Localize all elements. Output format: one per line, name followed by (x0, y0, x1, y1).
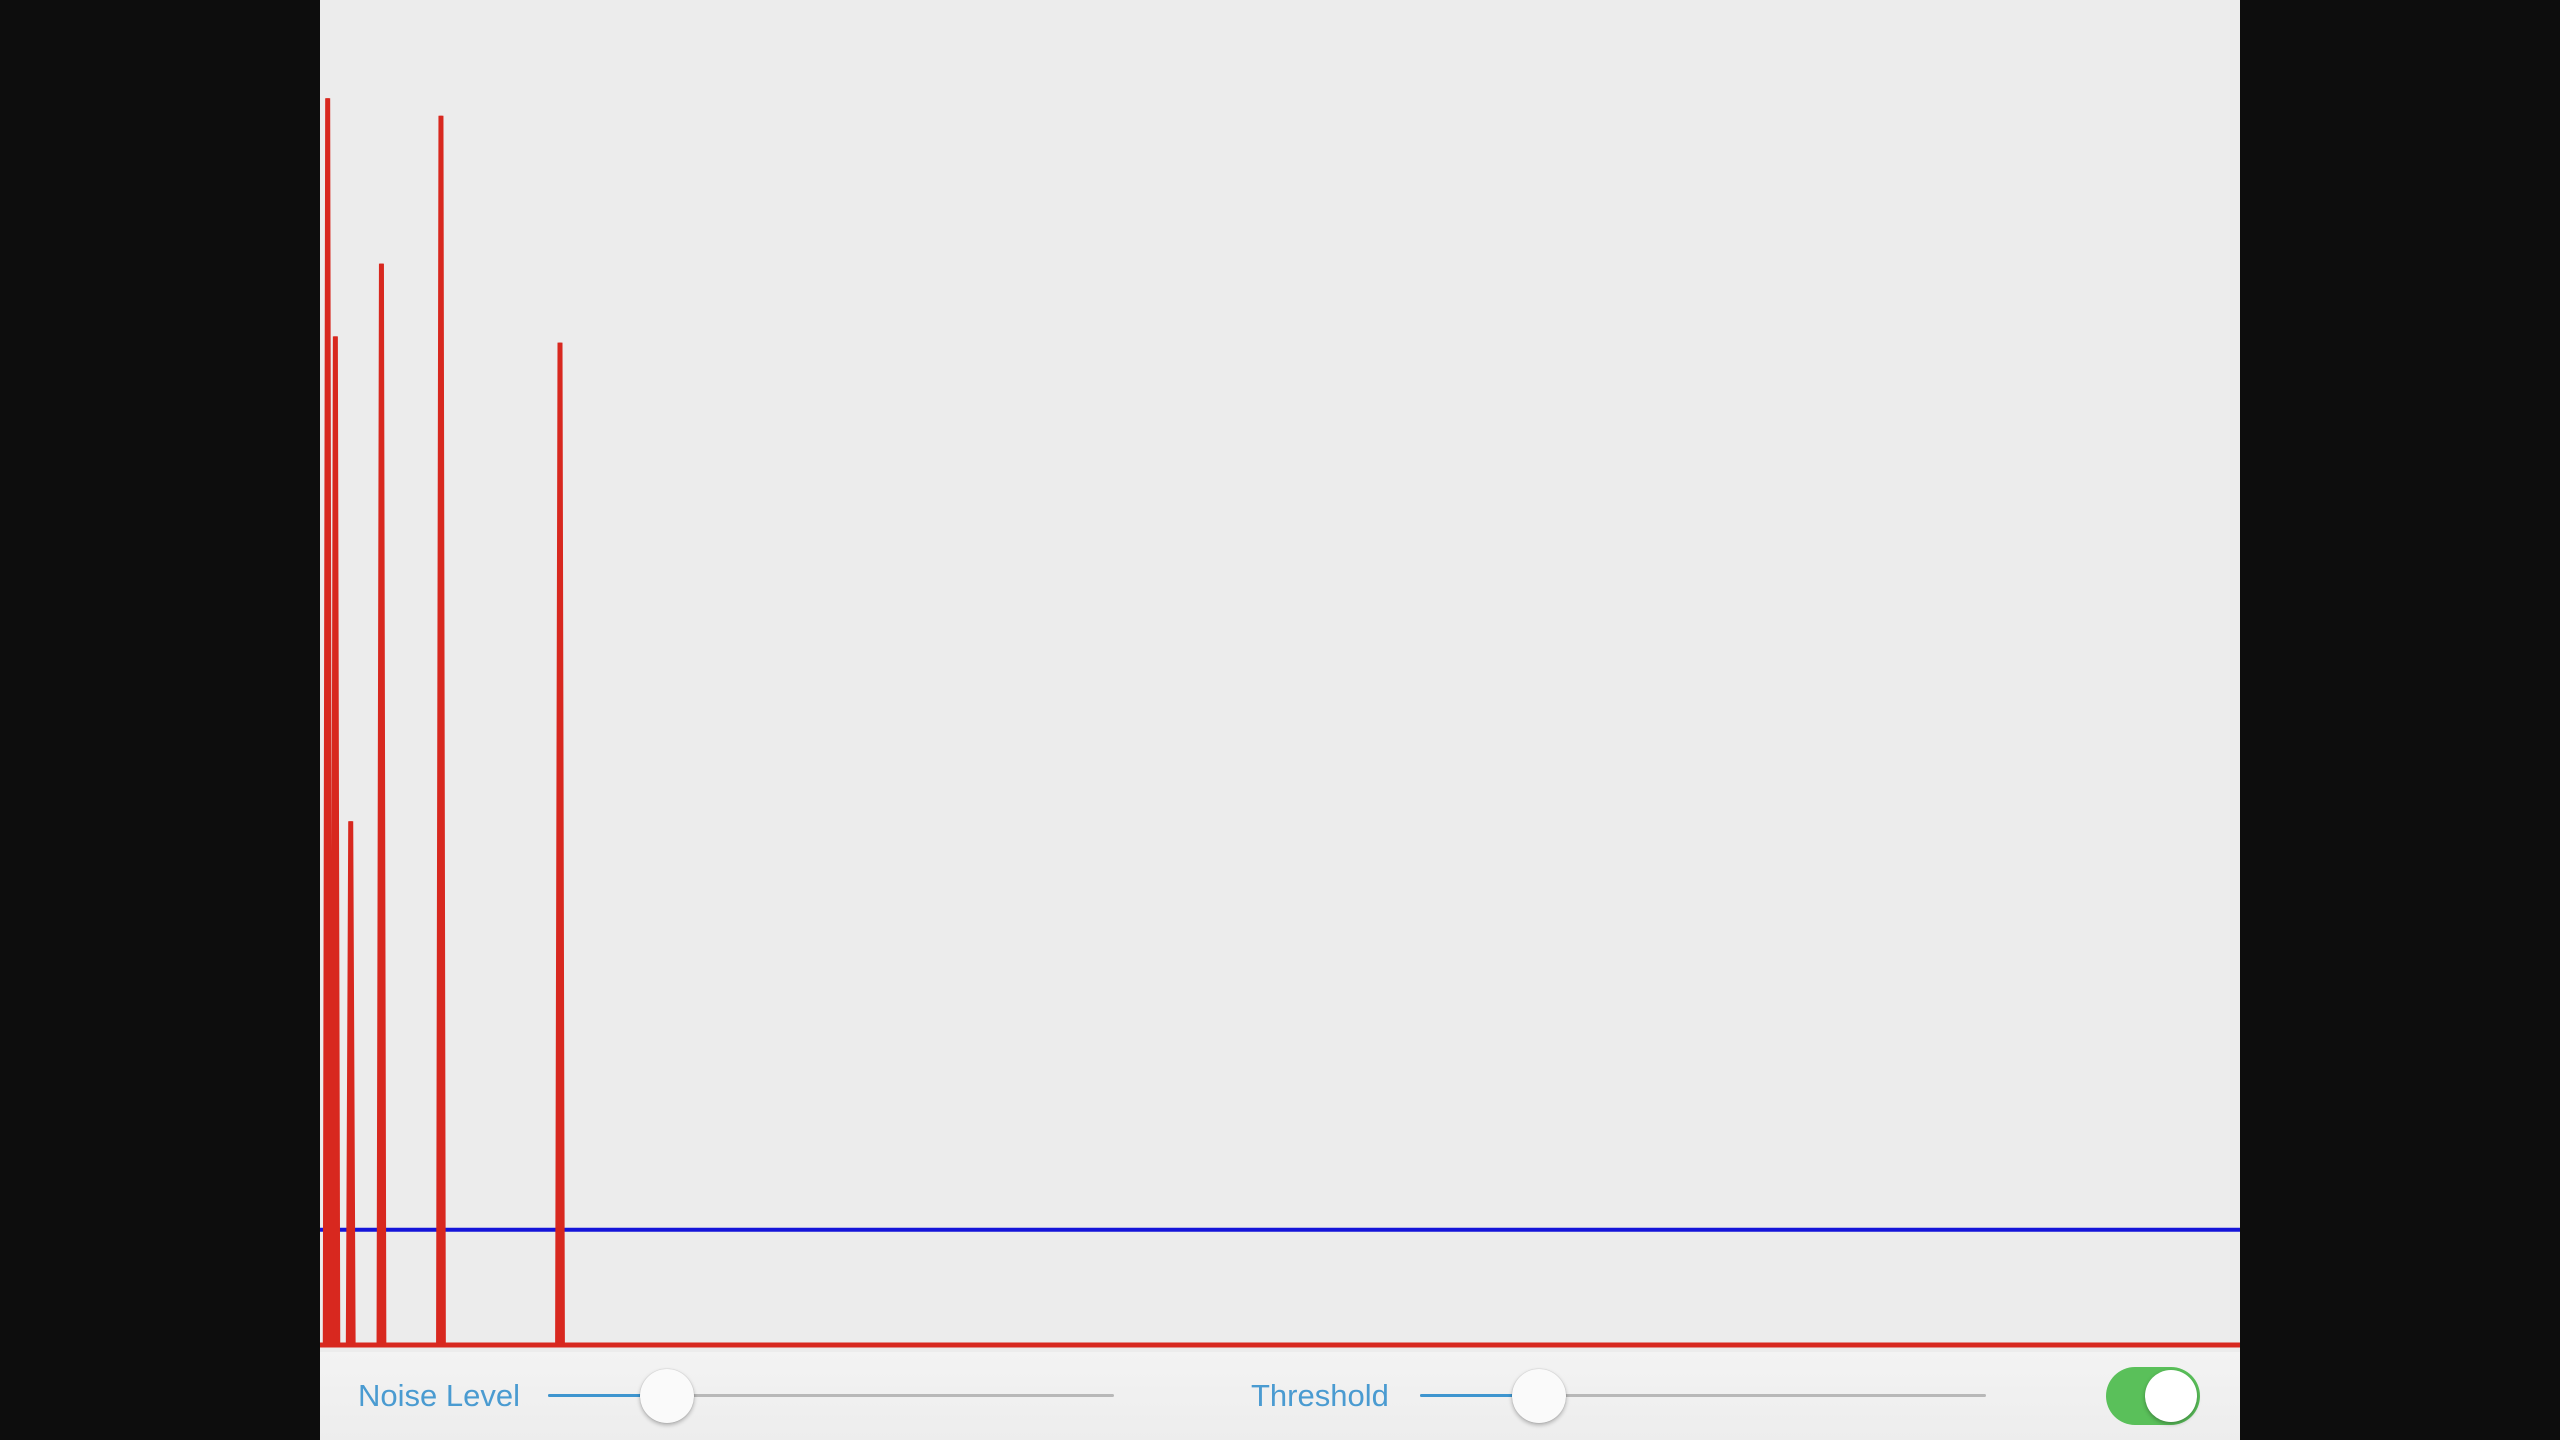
threshold-label: Threshold (1251, 1378, 1389, 1413)
signal-plot-svg (320, 98, 2240, 1348)
signal-line (320, 98, 2240, 1348)
threshold-thumb[interactable] (1511, 1369, 1566, 1423)
threshold-slider[interactable] (1420, 1369, 1986, 1423)
app-screen: Noise Level Threshold (320, 0, 2240, 1440)
noise-level-slider[interactable] (548, 1369, 1114, 1423)
detection-toggle[interactable] (2106, 1367, 2200, 1425)
signal-plot (320, 0, 2240, 1352)
noise-level-label: Noise Level (358, 1378, 520, 1413)
noise-level-thumb[interactable] (639, 1369, 694, 1423)
detection-toggle-knob (2145, 1370, 2197, 1422)
control-bar: Noise Level Threshold (320, 1352, 2240, 1440)
